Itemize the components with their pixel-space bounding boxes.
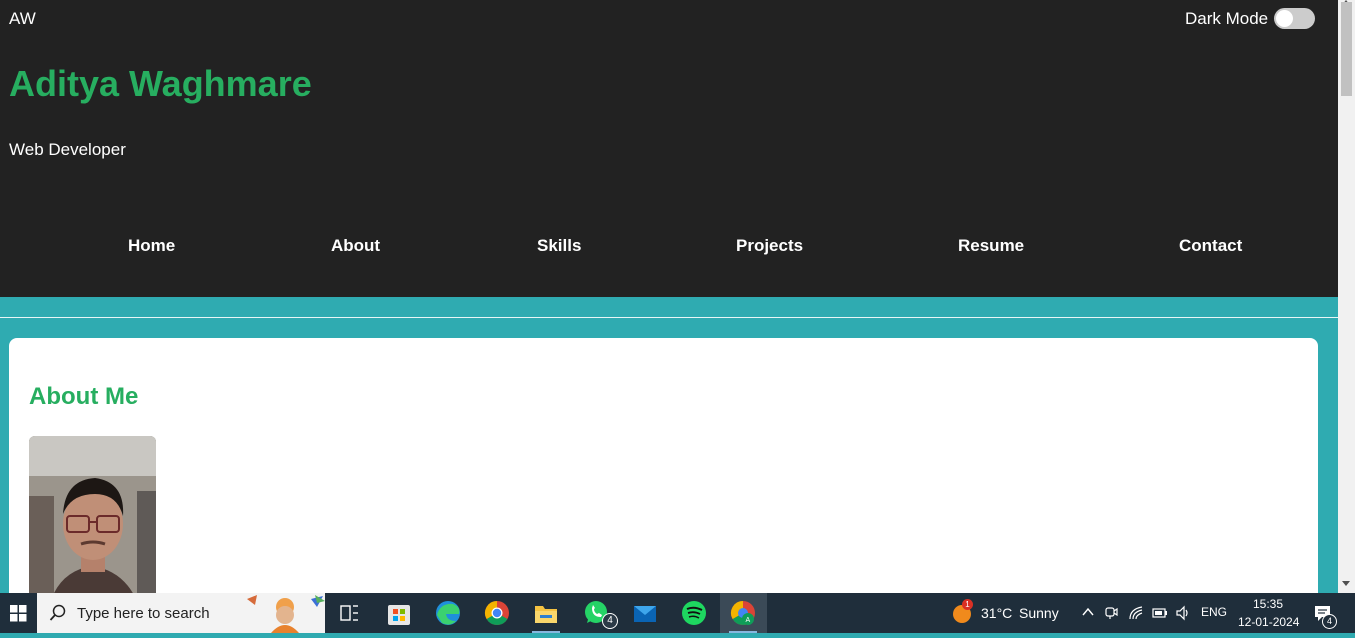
nav-projects[interactable]: Projects bbox=[736, 236, 803, 256]
weather-badge: 1 bbox=[962, 599, 973, 610]
start-button[interactable] bbox=[0, 593, 37, 633]
chrome-profile-icon: A bbox=[730, 601, 755, 626]
site-header: AW Dark Mode Aditya Waghmare Web Develop… bbox=[0, 0, 1338, 297]
about-section: About Me bbox=[9, 338, 1318, 593]
search-placeholder: Type here to search bbox=[77, 605, 210, 622]
section-divider bbox=[0, 317, 1338, 318]
system-tray: 1 31°C Sunny ENG 15:35 12-01-2024 4 bbox=[948, 593, 1355, 633]
site-logo[interactable]: AW bbox=[9, 9, 36, 29]
nav-about[interactable]: About bbox=[331, 236, 380, 256]
volume-icon[interactable] bbox=[1175, 605, 1191, 621]
taskbar-search[interactable]: Type here to search bbox=[37, 593, 325, 633]
nav-resume[interactable]: Resume bbox=[958, 236, 1024, 256]
nav-contact[interactable]: Contact bbox=[1179, 236, 1242, 256]
dark-mode-toggle[interactable] bbox=[1274, 8, 1315, 29]
search-icon bbox=[49, 604, 66, 621]
svg-text:A: A bbox=[746, 617, 751, 624]
windows-taskbar: Type here to search 4 A 1 31°C Sunny ENG… bbox=[0, 593, 1355, 633]
search-highlight-icon bbox=[247, 595, 325, 633]
chrome-profile-button[interactable]: A bbox=[720, 593, 767, 633]
dark-mode-label: Dark Mode bbox=[1185, 9, 1269, 28]
windows-logo-icon bbox=[10, 605, 27, 622]
wifi-icon[interactable] bbox=[1128, 605, 1144, 621]
spotify-icon bbox=[682, 601, 706, 625]
clock-date[interactable]: 12-01-2024 bbox=[1238, 615, 1299, 629]
main-nav: Home About Skills Projects Resume Contac… bbox=[0, 236, 1338, 260]
nav-home[interactable]: Home bbox=[128, 236, 175, 256]
site-name: Aditya Waghmare bbox=[9, 63, 312, 104]
scroll-down-arrow-icon[interactable] bbox=[1342, 581, 1350, 586]
task-view-icon bbox=[340, 605, 358, 621]
notification-count: 4 bbox=[1322, 614, 1337, 629]
edge-icon bbox=[436, 601, 460, 625]
mail-icon bbox=[634, 606, 656, 622]
file-explorer-button[interactable] bbox=[526, 597, 566, 633]
microsoft-store-button[interactable] bbox=[379, 597, 419, 629]
clock-time[interactable]: 15:35 bbox=[1253, 597, 1283, 611]
tagline: Web Developer bbox=[9, 140, 126, 159]
toggle-knob bbox=[1276, 10, 1293, 27]
temperature[interactable]: 31°C bbox=[981, 605, 1012, 621]
whatsapp-badge: 4 bbox=[602, 613, 618, 629]
meet-now-icon[interactable] bbox=[1104, 605, 1118, 621]
chrome-icon bbox=[484, 601, 509, 626]
whatsapp-button[interactable]: 4 bbox=[576, 597, 618, 629]
task-view-button[interactable] bbox=[329, 597, 369, 629]
chevron-up-icon[interactable] bbox=[1082, 607, 1094, 617]
chrome-button[interactable] bbox=[477, 597, 517, 629]
language-indicator[interactable]: ENG bbox=[1201, 605, 1227, 619]
profile-photo bbox=[29, 436, 156, 593]
about-title: About Me bbox=[29, 383, 139, 410]
spotify-button[interactable] bbox=[674, 597, 714, 629]
battery-icon[interactable] bbox=[1152, 607, 1168, 619]
weather-condition[interactable]: Sunny bbox=[1019, 605, 1059, 621]
page-scrollbar[interactable] bbox=[1338, 0, 1355, 593]
edge-button[interactable] bbox=[428, 597, 468, 629]
mail-button[interactable] bbox=[625, 597, 665, 629]
folder-icon bbox=[535, 606, 557, 623]
store-icon bbox=[388, 605, 410, 625]
nav-skills[interactable]: Skills bbox=[537, 236, 581, 256]
browser-viewport: AW Dark Mode Aditya Waghmare Web Develop… bbox=[0, 0, 1338, 593]
scroll-thumb[interactable] bbox=[1341, 2, 1352, 96]
